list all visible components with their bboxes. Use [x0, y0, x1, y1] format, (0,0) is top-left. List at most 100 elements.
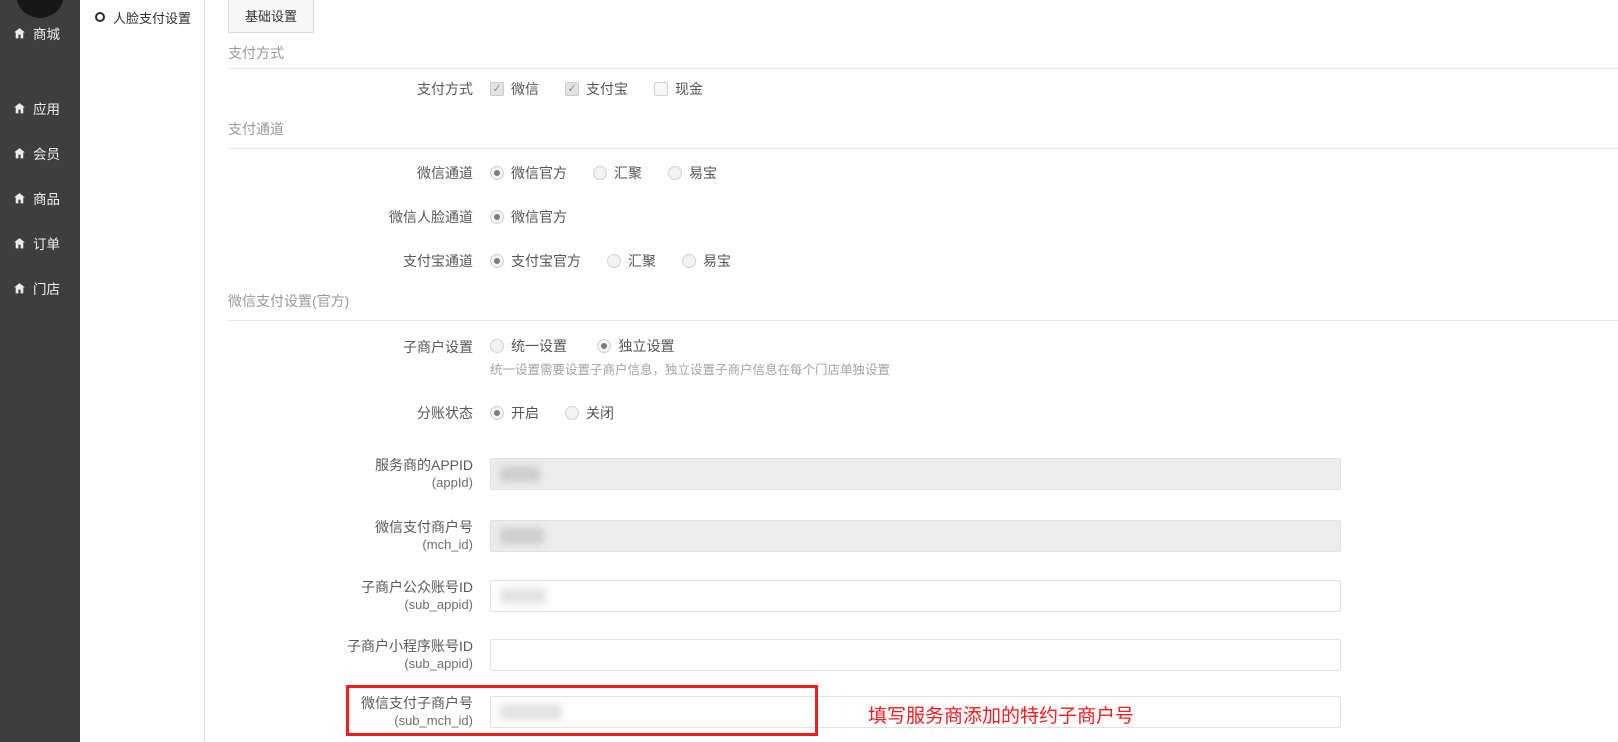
- section-title-wechat-official: 微信支付设置(官方): [228, 291, 1618, 321]
- option-label: 开启: [511, 403, 539, 423]
- radio-split-on[interactable]: 开启: [490, 403, 539, 423]
- radio-unified-setting[interactable]: 统一设置: [490, 336, 567, 356]
- form-row-split-status: 分账状态 开启 关闭: [228, 403, 1618, 423]
- form-row-mch-id: 微信支付商户号 (mch_id): [228, 518, 1618, 554]
- radio-selected-icon: [490, 166, 504, 180]
- section-title-pay-channel: 支付通道: [228, 119, 1618, 149]
- field-label: 微信支付商户号 (mch_id): [228, 518, 490, 554]
- field-key: (sub_appid): [228, 596, 473, 614]
- radio-yibao[interactable]: 易宝: [668, 163, 717, 183]
- sidebar-item-label: 会员: [33, 143, 60, 163]
- form-row-alipay-channel: 支付宝通道 支付宝官方 汇聚 易宝: [228, 251, 1618, 271]
- field-label: 分账状态: [228, 404, 490, 422]
- sidebar-item-mall[interactable]: 商城: [0, 23, 80, 43]
- option-label: 易宝: [689, 163, 717, 183]
- checkbox-checked-icon: [490, 82, 504, 96]
- annotation-text: 填写服务商添加的特约子商户号: [868, 701, 1134, 728]
- radio-unselected-icon: [490, 339, 504, 353]
- sub-appid-mini-input[interactable]: [490, 639, 1341, 671]
- home-icon: [13, 102, 26, 115]
- option-label: 独立设置: [618, 336, 674, 356]
- main-content: 基础设置 支付方式 支付方式 微信 支付宝 现金 支付通道: [205, 0, 1618, 742]
- sidebar-item-goods[interactable]: 商品: [0, 188, 80, 208]
- radio-huiju[interactable]: 汇聚: [607, 251, 656, 271]
- appid-input: [490, 458, 1341, 490]
- field-label: 子商户公众账号ID (sub_appid): [228, 578, 490, 614]
- field-key: (appId): [228, 474, 473, 492]
- home-icon: [13, 282, 26, 295]
- field-label: 服务商的APPID (appId): [228, 456, 490, 492]
- radio-alipay-official[interactable]: 支付宝官方: [490, 251, 581, 271]
- submenu-item-label: 人脸支付设置: [113, 8, 191, 27]
- sidebar-item-orders[interactable]: 订单: [0, 233, 80, 253]
- radio-unselected-icon: [607, 254, 621, 268]
- radio-wechat-official[interactable]: 微信官方: [490, 207, 567, 227]
- checkbox-wechat[interactable]: 微信: [490, 79, 539, 99]
- field-label: 子商户小程序账号ID (sub_appid): [228, 637, 490, 673]
- radio-selected-icon: [490, 406, 504, 420]
- option-label: 汇聚: [628, 251, 656, 271]
- form-row-wechat-channel: 微信通道 微信官方 汇聚 易宝: [228, 163, 1618, 183]
- sidebar-item-apps[interactable]: 应用: [0, 98, 80, 118]
- tab-basic-settings[interactable]: 基础设置: [228, 0, 314, 33]
- circle-marker-icon: [95, 12, 105, 22]
- checkbox-cash[interactable]: 现金: [654, 79, 703, 99]
- option-label: 支付宝官方: [511, 251, 581, 271]
- form-row-wechat-face-channel: 微信人脸通道 微信官方: [228, 207, 1618, 227]
- sidebar-item-members[interactable]: 会员: [0, 143, 80, 163]
- radio-unselected-icon: [668, 166, 682, 180]
- radio-selected-icon: [490, 254, 504, 268]
- radio-unselected-icon: [565, 406, 579, 420]
- home-icon: [13, 27, 26, 40]
- secondary-sidebar: 人脸支付设置: [80, 0, 205, 742]
- home-icon: [13, 192, 26, 205]
- field-label: 支付方式: [228, 80, 490, 98]
- radio-unselected-icon: [682, 254, 696, 268]
- radio-huiju[interactable]: 汇聚: [593, 163, 642, 183]
- option-label: 微信官方: [511, 163, 567, 183]
- field-label: 支付宝通道: [228, 252, 490, 270]
- section-title-pay-method: 支付方式: [228, 43, 1618, 69]
- option-label: 现金: [675, 79, 703, 99]
- radio-selected-icon: [490, 210, 504, 224]
- checkbox-alipay[interactable]: 支付宝: [565, 79, 628, 99]
- tab-bar: 基础设置: [228, 0, 1618, 30]
- primary-sidebar: 商城 应用 会员 商品 订单 门店: [0, 0, 80, 742]
- option-label: 关闭: [586, 403, 614, 423]
- radio-split-off[interactable]: 关闭: [565, 403, 614, 423]
- form-row-sub-merchant-mode: 子商户设置 统一设置 独立设置 统一设置需要设置子商户信息，独立设置子商户信息在…: [228, 336, 1618, 379]
- radio-unselected-icon: [593, 166, 607, 180]
- field-key: (sub_appid): [228, 655, 473, 673]
- home-icon: [13, 147, 26, 160]
- option-label: 支付宝: [586, 79, 628, 99]
- radio-yibao[interactable]: 易宝: [682, 251, 731, 271]
- sidebar-item-stores[interactable]: 门店: [0, 278, 80, 298]
- field-label: 微信通道: [228, 164, 490, 182]
- form-row-sub-appid-mp: 子商户公众账号ID (sub_appid): [228, 578, 1618, 614]
- form-row-sub-appid-mini: 子商户小程序账号ID (sub_appid): [228, 637, 1618, 673]
- option-label: 易宝: [703, 251, 731, 271]
- checkbox-checked-icon: [565, 82, 579, 96]
- form-row-sub-mch-id: 微信支付子商户号 (sub_mch_id) 填写服务商添加的特约子商户号: [228, 694, 1618, 730]
- sidebar-item-label: 门店: [33, 278, 60, 298]
- submenu-item-face-pay-settings[interactable]: 人脸支付设置: [80, 5, 204, 29]
- field-key: (mch_id): [228, 536, 473, 554]
- sidebar-item-label: 商品: [33, 188, 60, 208]
- sidebar-item-label: 商城: [33, 23, 60, 43]
- sidebar-item-label: 应用: [33, 98, 60, 118]
- sidebar-item-label: 订单: [33, 233, 60, 253]
- field-label: 子商户设置: [228, 336, 490, 356]
- sub-appid-mp-input[interactable]: [490, 580, 1341, 612]
- radio-selected-icon: [597, 339, 611, 353]
- radio-independent-setting[interactable]: 独立设置: [597, 336, 674, 356]
- radio-wechat-official[interactable]: 微信官方: [490, 163, 567, 183]
- app-root: 商城 应用 会员 商品 订单 门店: [0, 0, 1618, 742]
- field-label: 微信支付子商户号 (sub_mch_id): [228, 694, 490, 730]
- option-label: 统一设置: [511, 336, 567, 356]
- form-row-pay-method: 支付方式 微信 支付宝 现金: [228, 79, 1618, 99]
- checkbox-unchecked-icon: [654, 82, 668, 96]
- mch-id-input: [490, 520, 1341, 552]
- option-label: 微信官方: [511, 207, 567, 227]
- option-label: 汇聚: [614, 163, 642, 183]
- field-key: (sub_mch_id): [228, 712, 473, 730]
